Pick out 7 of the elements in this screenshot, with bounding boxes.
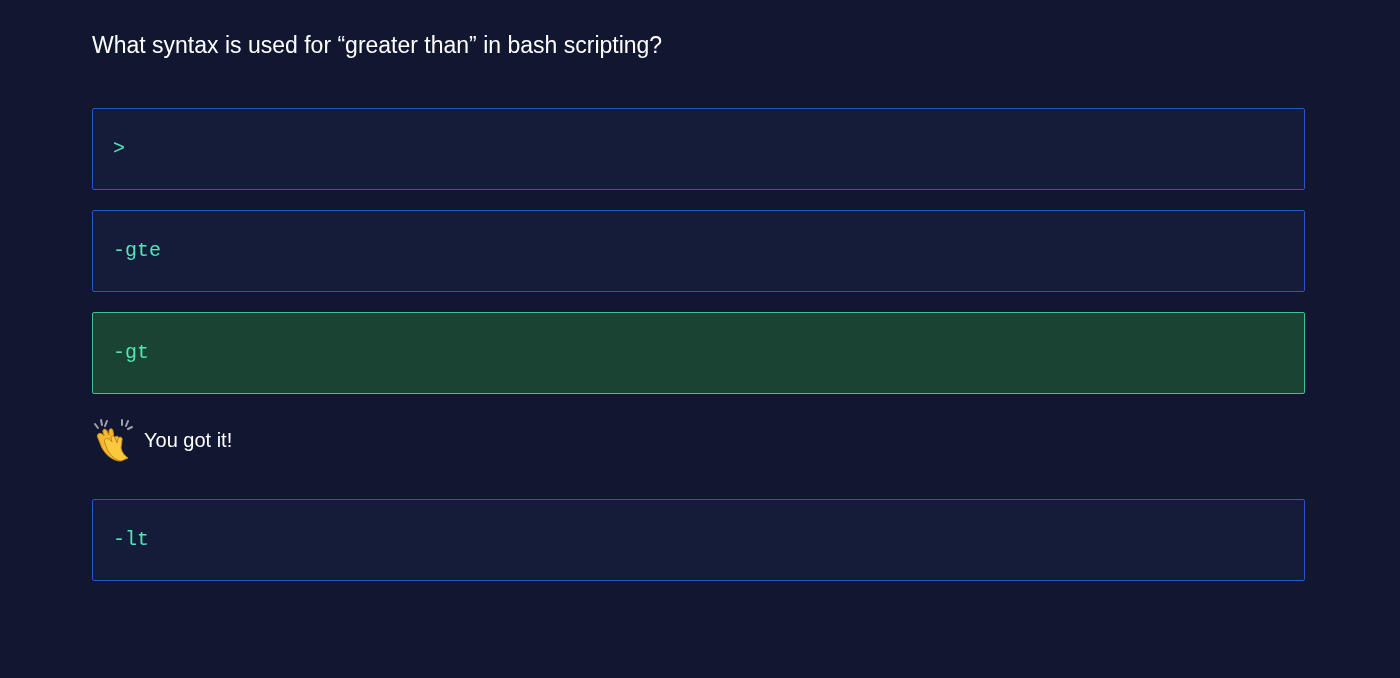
answer-option[interactable]: -gte [92,210,1305,292]
question-text: What syntax is used for “greater than” in bash scripting? [92,31,664,60]
answer-option[interactable]: -gt [92,312,1305,394]
feedback-message: You got it! [144,428,233,453]
answer-option[interactable]: -lt [92,499,1305,581]
clapping-hands-icon [92,418,134,462]
answer-option[interactable]: > [92,108,1305,190]
